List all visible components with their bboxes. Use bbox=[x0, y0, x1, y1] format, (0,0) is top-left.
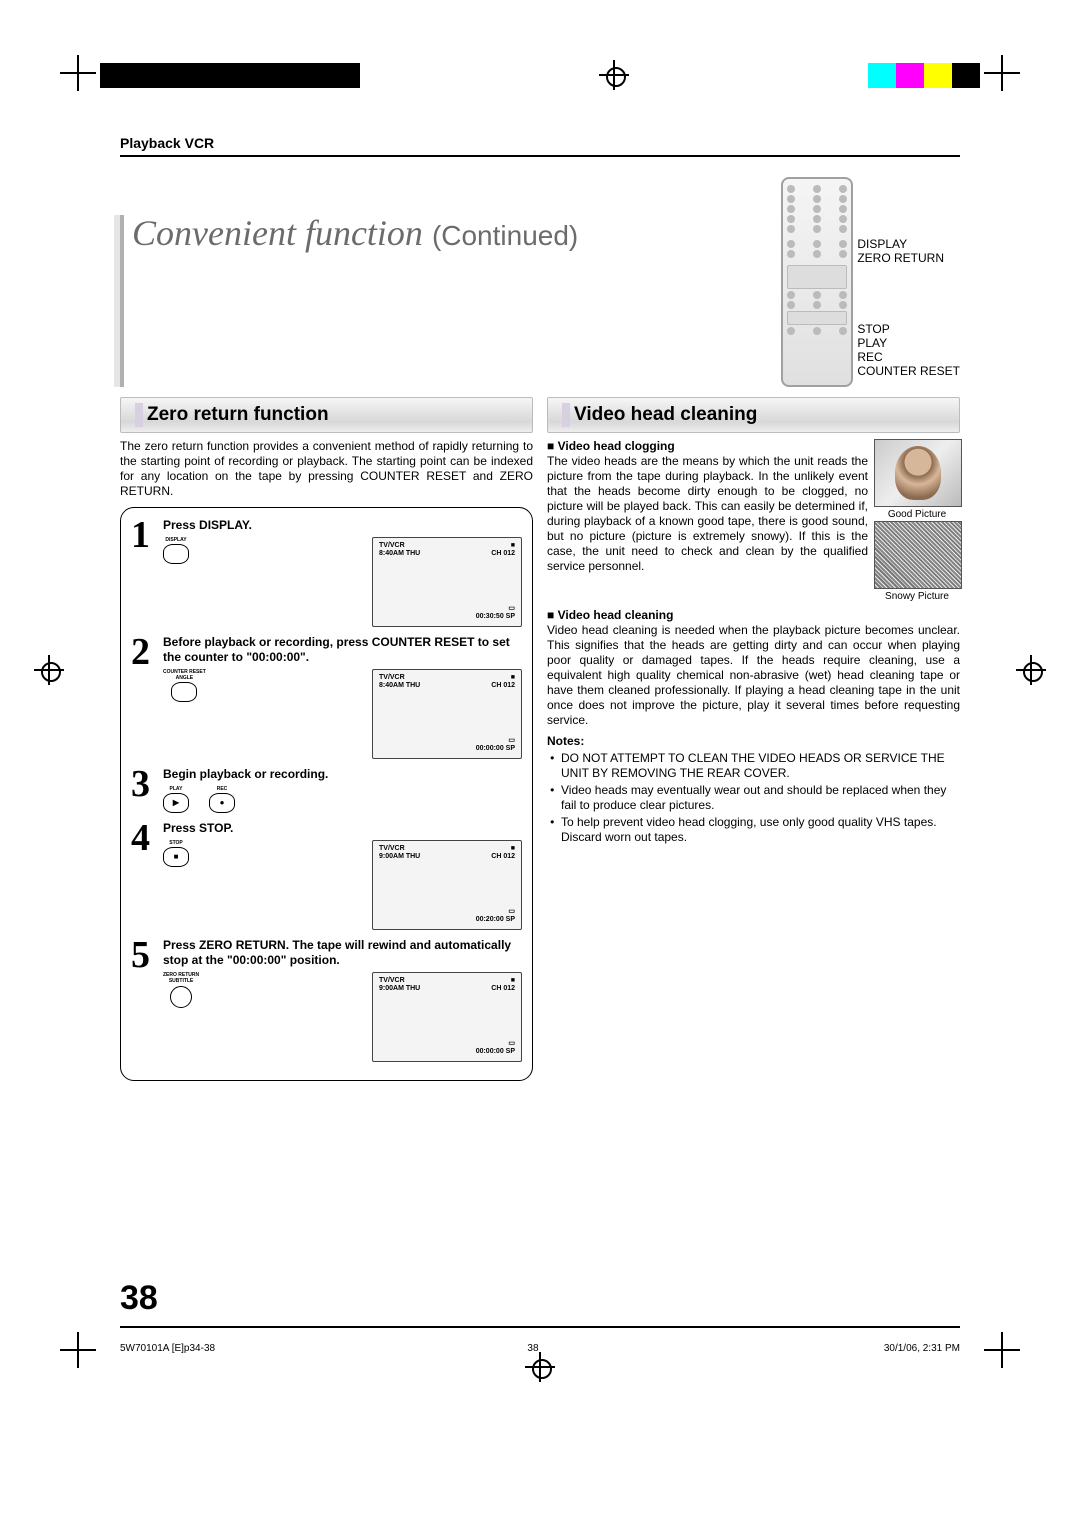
remote-label-play: PLAY bbox=[857, 336, 960, 350]
step-number: 5 bbox=[131, 938, 157, 1062]
step-number: 3 bbox=[131, 767, 157, 813]
step-row: PLAY▶ REC● bbox=[163, 786, 522, 813]
divider bbox=[120, 1326, 960, 1328]
footer-right: 30/1/06, 2:31 PM bbox=[884, 1343, 960, 1354]
step-number: 4 bbox=[131, 821, 157, 930]
remote-label-rec: REC bbox=[857, 350, 960, 364]
remote-label-stop: STOP bbox=[857, 322, 960, 336]
remote-diagram: DISPLAY ZERO RETURN STOP PLAY REC COUNTE… bbox=[781, 177, 960, 387]
crop-mark bbox=[60, 1332, 96, 1368]
keycap-icon: PLAY▶ bbox=[163, 786, 189, 813]
keycap-icon: DISPLAY bbox=[163, 537, 189, 564]
osd-screen: TV/VCR■8:40AM THUCH 012▭00:00:00 SP bbox=[372, 669, 522, 759]
crop-mark bbox=[984, 1332, 1020, 1368]
step-row: COUNTER RESETANGLE TV/VCR■8:40AM THUCH 01… bbox=[163, 669, 522, 759]
registration-mark-left bbox=[34, 655, 64, 685]
breadcrumb: Playback VCR bbox=[120, 135, 960, 151]
step-body: Press ZERO RETURN. The tape will rewind … bbox=[163, 938, 522, 1062]
page-title: Convenient function (Continued) bbox=[120, 215, 578, 387]
picture-examples: Good Picture Snowy Picture bbox=[874, 439, 960, 604]
osd-screen: TV/VCR■9:00AM THUCH 012▭00:00:00 SP bbox=[372, 972, 522, 1062]
divider bbox=[120, 155, 960, 157]
page: Playback VCR Convenient function (Contin… bbox=[0, 0, 1080, 1528]
step-body: Before playback or recording, press COUN… bbox=[163, 635, 522, 759]
note-item: Video heads may eventually wear out and … bbox=[561, 783, 960, 813]
notes-list: DO NOT ATTEMPT TO CLEAN THE VIDEO HEADS … bbox=[547, 751, 960, 845]
step-text: Before playback or recording, press COUN… bbox=[163, 635, 522, 665]
col-right: Video head cleaning Good Picture Snowy P… bbox=[547, 397, 960, 1081]
footer-left: 5W70101A [E]p34-38 bbox=[120, 1343, 215, 1354]
registration-mark-right bbox=[1016, 655, 1046, 685]
step-row: ZERO RETURNSUBTITLE TV/VCR■9:00AM THUCH 0… bbox=[163, 972, 522, 1062]
notes-heading: Notes: bbox=[547, 734, 960, 749]
good-picture-label: Good Picture bbox=[874, 509, 960, 522]
cal-colors bbox=[868, 63, 980, 88]
footer-mid: 38 bbox=[527, 1343, 538, 1354]
crop-mark bbox=[60, 55, 96, 91]
keycap-icon: ZERO RETURNSUBTITLE bbox=[163, 972, 199, 1008]
step: 1 Press DISPLAY. DISPLAY TV/VCR■8:40AM THUC… bbox=[131, 518, 522, 627]
section-heading-cleaning: Video head cleaning bbox=[547, 397, 960, 433]
col-left: Zero return function The zero return fun… bbox=[120, 397, 533, 1081]
keycap-icon: STOP■ bbox=[163, 840, 189, 867]
section-heading-zero-return: Zero return function bbox=[120, 397, 533, 433]
good-picture-icon bbox=[874, 439, 962, 507]
note-item: To help prevent video head clogging, use… bbox=[561, 815, 960, 845]
step-text: Press DISPLAY. bbox=[163, 518, 522, 533]
snowy-picture-icon bbox=[874, 521, 962, 589]
step-text: Begin playback or recording. bbox=[163, 767, 522, 782]
keycap-icon: REC● bbox=[209, 786, 235, 813]
osd-screen: TV/VCR■8:40AM THUCH 012▭00:30:50 SP bbox=[372, 537, 522, 627]
step-body: Press DISPLAY. DISPLAY TV/VCR■8:40AM THUCH… bbox=[163, 518, 522, 627]
step-text: Press ZERO RETURN. The tape will rewind … bbox=[163, 938, 522, 968]
cleaning-text: Video head cleaning is needed when the p… bbox=[547, 623, 960, 728]
step-text: Press STOP. bbox=[163, 821, 522, 836]
step-row: STOP■ TV/VCR■9:00AM THUCH 012▭00:20:00 SP bbox=[163, 840, 522, 930]
footer: 5W70101A [E]p34-38 38 30/1/06, 2:31 PM bbox=[120, 1343, 960, 1354]
snowy-picture-label: Snowy Picture bbox=[874, 591, 960, 604]
remote-label-counter-reset: COUNTER RESET bbox=[857, 364, 960, 378]
cleaning-heading: Video head cleaning bbox=[547, 608, 960, 623]
remote-label-zero-return: ZERO RETURN bbox=[857, 251, 960, 265]
step-body: Press STOP. STOP■ TV/VCR■9:00AM THUCH 012▭… bbox=[163, 821, 522, 930]
content: Playback VCR Convenient function (Contin… bbox=[120, 135, 960, 1081]
step-number: 2 bbox=[131, 635, 157, 759]
step: 5Press ZERO RETURN. The tape will rewind… bbox=[131, 938, 522, 1062]
remote-icon bbox=[781, 177, 853, 387]
step: 3 Begin playback or recording. PLAY▶ REC● bbox=[131, 767, 522, 813]
keycap-icon: COUNTER RESETANGLE bbox=[163, 669, 206, 703]
step-body: Begin playback or recording. PLAY▶ REC● bbox=[163, 767, 522, 813]
calibration-bar bbox=[100, 60, 980, 90]
registration-mark-top bbox=[599, 60, 629, 90]
step: 4 Press STOP. STOP■ TV/VCR■9:00AM THUCH 012… bbox=[131, 821, 522, 930]
zero-return-intro: The zero return function provides a conv… bbox=[120, 439, 533, 499]
page-number: 38 bbox=[120, 1279, 158, 1318]
steps-box: 1 Press DISPLAY. DISPLAY TV/VCR■8:40AM THUC… bbox=[120, 507, 533, 1081]
step-row: DISPLAY TV/VCR■8:40AM THUCH 012▭00:30:50 … bbox=[163, 537, 522, 627]
crop-mark bbox=[984, 55, 1020, 91]
remote-labels: DISPLAY ZERO RETURN STOP PLAY REC COUNTE… bbox=[857, 177, 960, 378]
note-item: DO NOT ATTEMPT TO CLEAN THE VIDEO HEADS … bbox=[561, 751, 960, 781]
remote-label-display: DISPLAY bbox=[857, 237, 960, 251]
cal-black bbox=[100, 63, 360, 88]
step-number: 1 bbox=[131, 518, 157, 627]
osd-screen: TV/VCR■9:00AM THUCH 012▭00:20:00 SP bbox=[372, 840, 522, 930]
step: 2Before playback or recording, press COU… bbox=[131, 635, 522, 759]
